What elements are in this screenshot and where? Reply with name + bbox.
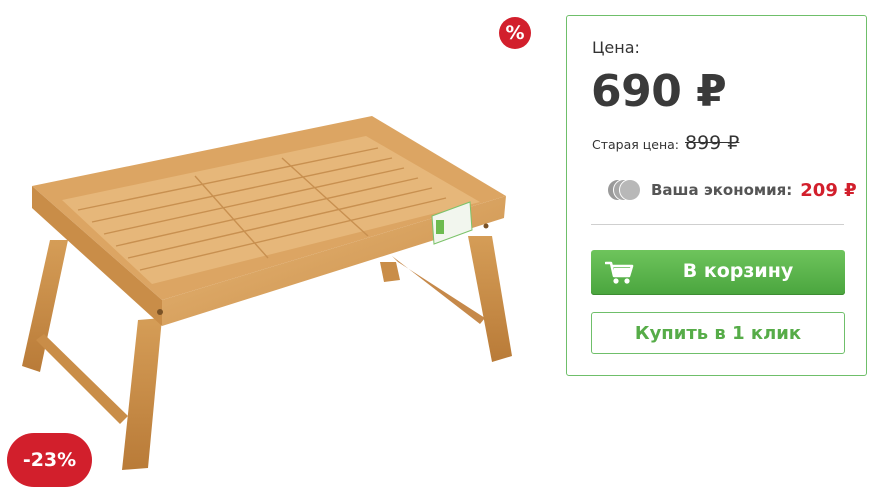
saving-row: Ваша экономия: 209 ₽ — [607, 178, 857, 202]
percent-icon: % — [505, 22, 525, 44]
sale-percent-badge: % — [499, 17, 531, 49]
bed-tray-illustration — [22, 116, 512, 470]
product-card: % -23% Цена: 690 ₽ Старая цена: 899 ₽ Ва… — [0, 0, 895, 492]
buy-one-click-button[interactable]: Купить в 1 клик — [591, 312, 845, 354]
coins-icon — [607, 178, 643, 202]
product-image[interactable] — [0, 0, 545, 492]
price-label: Цена: — [592, 38, 640, 57]
old-price-label: Старая цена: — [592, 137, 679, 152]
divider — [591, 224, 844, 225]
discount-text: -23% — [22, 449, 77, 471]
price-panel: Цена: 690 ₽ Старая цена: 899 ₽ Ваша экон… — [566, 15, 867, 376]
old-price-value: 899 ₽ — [685, 132, 740, 154]
add-to-cart-label: В корзину — [682, 260, 794, 282]
saving-label: Ваша экономия: — [651, 181, 793, 199]
old-price-row: Старая цена: 899 ₽ — [592, 132, 739, 154]
saving-value: 209 ₽ — [800, 179, 857, 201]
add-to-cart-button[interactable]: В корзину — [591, 250, 845, 295]
buy-one-click-label: Купить в 1 клик — [634, 322, 802, 344]
discount-badge: -23% — [7, 433, 92, 487]
current-price: 690 ₽ — [591, 66, 727, 117]
